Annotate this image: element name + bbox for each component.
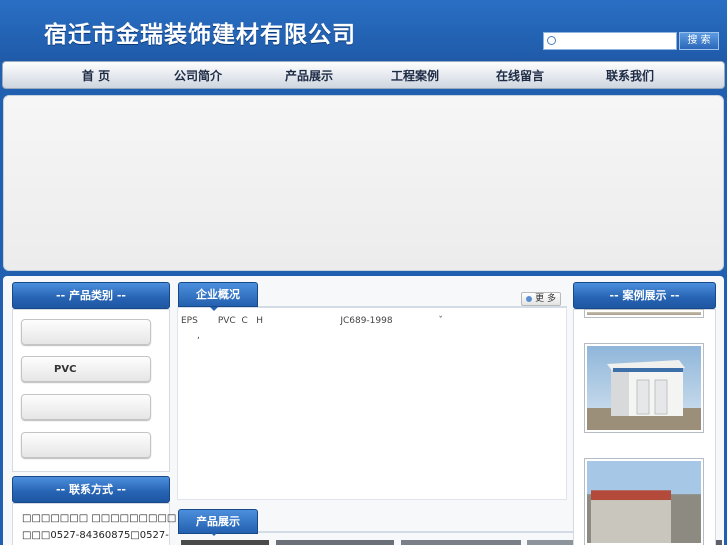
about-text-line: EPS PVC C H JC689-1998 ˇ <box>181 316 443 326</box>
search-icon <box>547 36 556 45</box>
contact-line: □□□0527-84360875□0527- <box>22 530 169 541</box>
product-thumbnail[interactable] <box>181 540 269 545</box>
contact-header: -- 联系方式 -- <box>12 476 170 503</box>
contact-line: □□□□□□□ □□□□□□□□□ <box>22 513 177 524</box>
products-tab[interactable]: 产品展示 <box>178 509 258 534</box>
product-thumbnail[interactable] <box>276 540 394 545</box>
about-text: EPS PVC C H JC689-1998 ˇ , <box>181 316 566 346</box>
main-nav: 首 页 公司简介 产品展示 工程案例 在线留言 联系我们 <box>2 61 725 89</box>
kiosk-photo <box>587 346 701 430</box>
case-image[interactable] <box>584 343 704 433</box>
site-title: 宿迁市金瑞装饰建材有限公司 <box>44 22 356 48</box>
tab-pointer-icon <box>210 307 218 311</box>
category-item[interactable] <box>21 319 151 345</box>
cases-header: -- 案例展示 -- <box>573 282 716 309</box>
nav-item-about[interactable]: 公司简介 <box>153 62 243 90</box>
category-item[interactable] <box>21 394 151 420</box>
nav-item-home[interactable]: 首 页 <box>51 62 141 90</box>
product-thumbnail[interactable] <box>401 540 521 545</box>
search-input[interactable] <box>543 32 677 50</box>
nav-item-message[interactable]: 在线留言 <box>475 62 565 90</box>
building-photo <box>587 461 701 543</box>
about-tab[interactable]: 企业概况 <box>178 282 258 307</box>
search-button[interactable]: 搜 索 <box>679 32 719 50</box>
banner-area <box>3 95 724 271</box>
nav-item-products[interactable]: 产品展示 <box>264 62 354 90</box>
more-icon <box>526 296 532 302</box>
category-item[interactable] <box>21 432 151 458</box>
nav-item-contact[interactable]: 联系我们 <box>585 62 675 90</box>
category-item-pvc[interactable]: PVC <box>21 356 151 382</box>
about-more-label: 更 多 <box>535 294 556 304</box>
case-image[interactable] <box>584 309 704 318</box>
nav-item-cases[interactable]: 工程案例 <box>370 62 460 90</box>
case-image[interactable] <box>584 458 704 545</box>
categories-header: -- 产品类别 -- <box>12 282 170 309</box>
about-more-button[interactable]: 更 多 <box>521 292 561 306</box>
about-text-line: , <box>197 331 200 341</box>
site-header: 宿迁市金瑞装饰建材有限公司 <box>0 0 727 62</box>
tab-pointer-icon <box>210 532 218 536</box>
